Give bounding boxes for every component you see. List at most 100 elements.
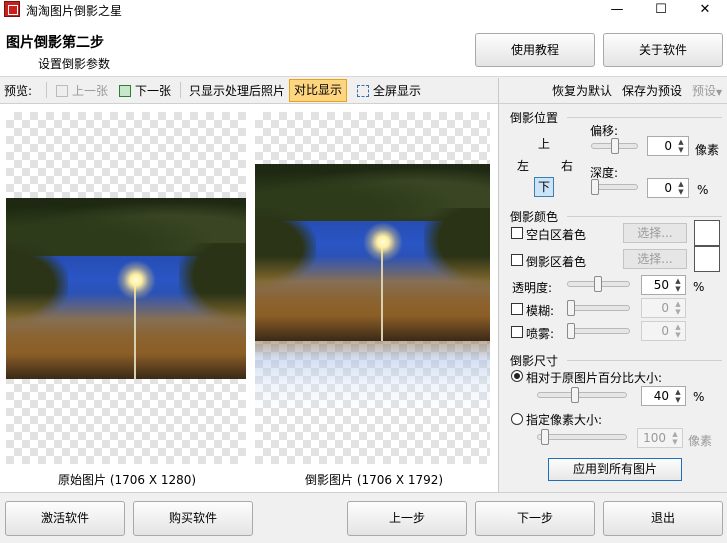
spin-arrows-icon[interactable]: ▲ ▼ [676,138,686,154]
close-button[interactable]: ✕ [683,0,727,20]
preset-toolbar: 恢复为默认 保存为预设 预设▼ [498,78,727,104]
direction-right-button[interactable]: 右 [557,156,577,176]
direction-left-button[interactable]: 左 [513,156,533,176]
restore-default-button[interactable]: 恢复为默认 [552,82,612,99]
fullscreen-button[interactable]: 全屏显示 [357,82,421,99]
save-preset-button[interactable]: 保存为预设 [622,82,682,99]
blur-slider-track [567,305,630,311]
compare-view-toggle[interactable]: 对比显示 [289,79,348,102]
next-image-button[interactable]: 下一张 [119,82,171,99]
reflection-tint-swatch[interactable] [694,246,720,272]
direction-down-button[interactable]: 下 [534,177,554,197]
pixel-size-slider-track [537,434,627,440]
direction-up-button[interactable]: 上 [534,134,554,154]
blank-tint-swatch[interactable] [694,220,720,246]
about-button[interactable]: 关于软件 [603,33,723,67]
reflection-tint-checkbox[interactable] [511,254,523,266]
transparency-slider[interactable] [567,276,630,292]
section-divider [567,360,722,361]
relative-size-radio[interactable] [511,370,523,382]
reflection-tint-choose-button[interactable]: 选择... [623,249,687,269]
window-title: 淘淘图片倒影之星 [26,4,123,18]
step-title: 图片倒影第二步 [6,35,104,51]
blur-slider-thumb[interactable] [567,300,575,316]
prev-image-label: 上一张 [72,84,109,98]
blur-label: 模糊: [526,304,555,318]
section-divider [567,216,722,217]
preview-label: 预览: [4,84,33,98]
settings-panel: 倒影位置 上 左 右 下 偏移: 0 ▲ ▼ 像素 深度: 0 ▲ ▼ % 倒影颜色… [498,104,727,492]
fog-label: 喷雾: [526,327,555,341]
pixel-size-slider-thumb[interactable] [541,429,549,445]
reflection-caption: 倒影图片 (1706 X 1792) [305,473,444,487]
exit-button[interactable]: 退出 [603,501,723,536]
pixel-size-spinbox[interactable]: 100 ▲ ▼ [637,428,683,448]
chevron-down-icon: ▼ [716,88,723,97]
fog-checkbox[interactable] [511,326,523,338]
fog-slider-thumb[interactable] [567,323,575,339]
size-section-title: 倒影尺寸 [510,354,559,368]
fog-spinbox[interactable]: 0 ▲ ▼ [641,321,686,341]
transparency-label: 透明度: [512,281,553,295]
step-header: 图片倒影第二步 设置倒影参数 使用教程 关于软件 [0,20,727,77]
pixel-size-value: 100 [643,431,666,445]
section-divider [567,117,722,118]
relative-size-spinbox[interactable]: 40 ▲ ▼ [641,386,686,406]
position-section-title: 倒影位置 [510,111,559,125]
fog-slider-track [567,328,630,334]
preview-toolbar: 预览: 上一张 下一张 只显示处理后照片 对比显示 全屏显示 [0,78,498,104]
transparency-slider-thumb[interactable] [594,276,602,292]
next-step-button[interactable]: 下一步 [475,501,595,536]
tutorial-button[interactable]: 使用教程 [475,33,595,67]
toolbar-divider [180,82,181,98]
original-photo [6,198,246,379]
fog-value: 0 [661,324,669,338]
spin-arrows-icon[interactable]: ▲ ▼ [673,388,683,404]
minimize-button[interactable]: — [595,0,639,20]
offset-slider[interactable] [591,138,638,154]
blank-tint-choose-button[interactable]: 选择... [623,223,687,243]
blur-checkbox[interactable] [511,303,523,315]
depth-slider[interactable] [591,179,638,195]
offset-spinbox[interactable]: 0 ▲ ▼ [647,136,689,156]
relative-size-slider-track [537,392,627,398]
reflection-tint-label: 倒影区着色 [526,255,587,269]
pixel-size-radio[interactable] [511,413,523,425]
maximize-button[interactable]: ☐ [639,0,683,20]
offset-slider-thumb[interactable] [611,138,619,154]
bare-trees [6,293,246,379]
depth-spinbox[interactable]: 0 ▲ ▼ [647,178,689,198]
pixel-size-label: 指定像素大小: [526,413,603,427]
fog-slider[interactable] [567,323,630,339]
blank-tint-checkbox[interactable] [511,227,523,239]
offset-value: 0 [664,139,672,153]
pixel-size-slider[interactable] [537,429,627,445]
pixel-size-unit: 像素 [688,434,713,448]
offset-unit: 像素 [695,143,720,157]
spin-arrows-icon[interactable]: ▲ ▼ [670,430,680,446]
blank-tint-label: 空白区着色 [526,228,587,242]
spin-arrows-icon[interactable]: ▲ ▼ [673,323,683,339]
blur-slider[interactable] [567,300,630,316]
prev-image-button[interactable]: 上一张 [56,82,108,99]
buy-button[interactable]: 购买软件 [133,501,253,536]
spin-arrows-icon[interactable]: ▲ ▼ [676,180,686,196]
preset-dropdown[interactable]: 预设▼ [692,82,722,99]
next-image-icon [119,85,131,97]
activate-button[interactable]: 激活软件 [5,501,125,536]
transparency-value: 50 [653,278,669,292]
spin-arrows-icon[interactable]: ▲ ▼ [673,277,683,293]
relative-size-label: 相对于原图片百分比大小: [526,371,663,385]
relative-size-slider[interactable] [537,387,627,403]
transparency-spinbox[interactable]: 50 ▲ ▼ [641,275,686,295]
prev-step-button[interactable]: 上一步 [347,501,467,536]
relative-size-slider-thumb[interactable] [571,387,579,403]
preview-area: 原始图片 (1706 X 1280) 倒影图片 (1706 X 1792) [0,104,498,492]
spin-arrows-icon[interactable]: ▲ ▼ [673,300,683,316]
apply-to-all-button[interactable]: 应用到所有图片 [548,458,682,481]
title-bar: 淘淘图片倒影之星 — ☐ ✕ [0,0,727,20]
relative-size-unit: % [693,390,705,404]
blur-spinbox[interactable]: 0 ▲ ▼ [641,298,686,318]
depth-slider-thumb[interactable] [591,179,599,195]
show-processed-button[interactable]: 只显示处理后照片 [189,82,285,99]
